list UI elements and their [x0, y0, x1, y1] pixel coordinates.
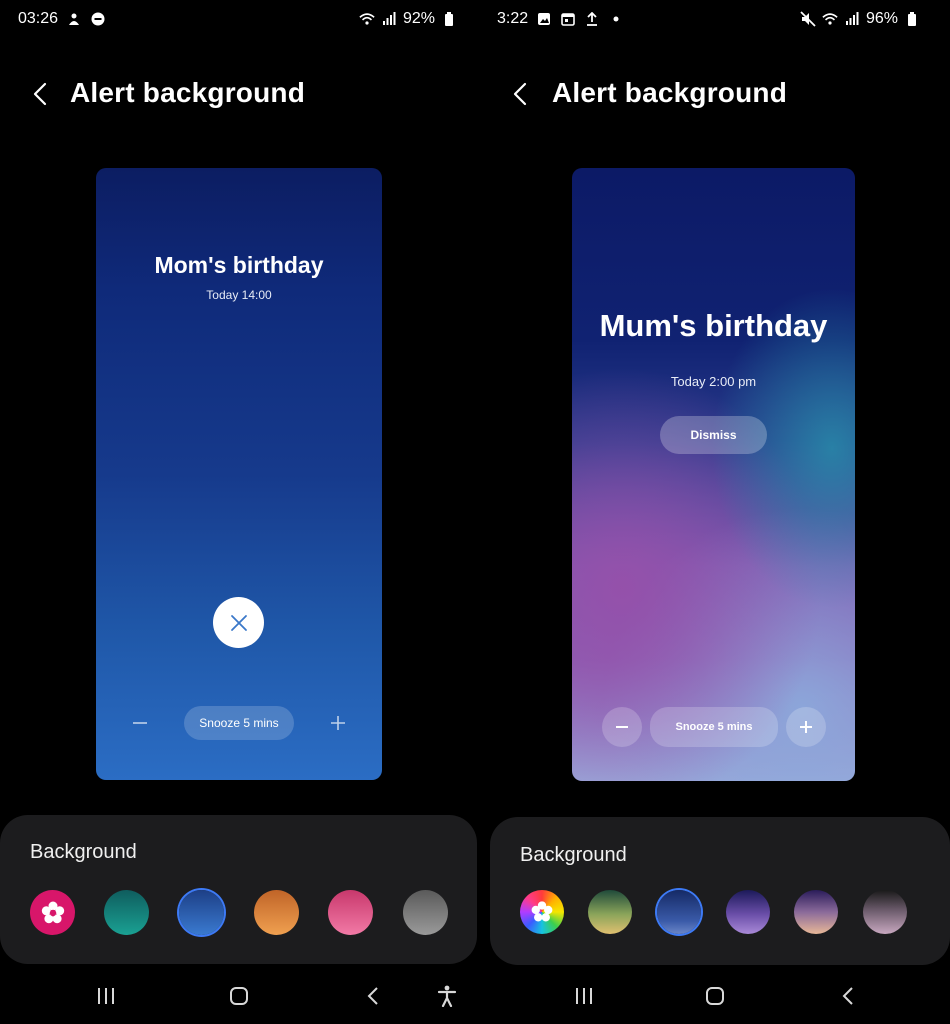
- battery-icon: [441, 11, 457, 27]
- flower-icon: [41, 901, 64, 923]
- more-notifications-icon: [608, 11, 624, 27]
- accessibility-button[interactable]: [429, 978, 465, 1014]
- swatch-green-gold[interactable]: [588, 890, 632, 934]
- nav-back-icon: [842, 987, 853, 1005]
- swatch-row: [490, 890, 950, 936]
- nav-back-button[interactable]: [355, 978, 391, 1014]
- flower-icon: [531, 901, 553, 922]
- dnd-icon: [90, 11, 106, 27]
- swatch-row: [0, 890, 477, 936]
- alert-time: Today 2:00 pm: [670, 374, 757, 389]
- signal-icon: [381, 11, 397, 27]
- home-icon: [706, 987, 724, 1005]
- back-button[interactable]: [28, 78, 52, 110]
- page-title: Alert background: [552, 77, 788, 108]
- app-header: Alert background: [0, 74, 475, 114]
- status-bar: 3:22 96%: [475, 10, 950, 34]
- swatch-mauve[interactable]: [863, 890, 907, 934]
- notification-icon: [66, 11, 82, 27]
- signal-icon: [844, 11, 860, 27]
- snooze-decrease-button[interactable]: [123, 706, 157, 740]
- dismiss-button[interactable]: Dismiss: [660, 416, 767, 454]
- swatch-peach[interactable]: [794, 890, 838, 934]
- snooze-controls: Snooze 5 mins: [572, 707, 855, 747]
- wifi-icon: [822, 11, 838, 27]
- left-screenshot: 03:26 92% Alert background Mom's birthda…: [0, 0, 477, 1024]
- background-picker: Background: [490, 817, 950, 965]
- plus-icon: [331, 716, 345, 730]
- app-header: Alert background: [475, 74, 950, 114]
- nav-back-icon: [367, 987, 378, 1005]
- swatch-gallery[interactable]: [520, 890, 564, 934]
- alert-title: Mom's birthday: [154, 252, 324, 278]
- upload-icon: [584, 11, 600, 27]
- status-bar: 03:26 92%: [0, 10, 475, 34]
- status-time: 3:22: [497, 10, 529, 27]
- alert-preview: Mom's birthday Today 14:00 Snooze 5 mins: [96, 168, 382, 780]
- snooze-increase-button[interactable]: [786, 707, 826, 747]
- home-button[interactable]: [697, 978, 733, 1014]
- swatch-blue[interactable]: [657, 890, 701, 934]
- recents-icon: [576, 988, 592, 1004]
- plus-icon: [800, 721, 812, 733]
- home-icon: [230, 987, 248, 1005]
- swatch-orange[interactable]: [254, 890, 299, 935]
- calendar-notification-icon: [560, 11, 576, 27]
- swatch-grey[interactable]: [403, 890, 448, 935]
- nav-back-button[interactable]: [830, 978, 866, 1014]
- recents-button[interactable]: [566, 978, 602, 1014]
- recents-icon: [98, 988, 114, 1004]
- background-label: Background: [30, 841, 137, 863]
- mute-icon: [800, 11, 816, 27]
- swatch-purple[interactable]: [726, 890, 770, 934]
- minus-icon: [133, 722, 147, 724]
- alert-preview: Mum's birthday Today 2:00 pm Dismiss Sno…: [572, 168, 855, 781]
- home-button[interactable]: [221, 978, 257, 1014]
- snooze-decrease-button[interactable]: [602, 707, 642, 747]
- swatch-blue[interactable]: [179, 890, 224, 935]
- back-arrow-icon: [513, 82, 527, 106]
- back-arrow-icon: [33, 82, 47, 106]
- page-title: Alert background: [70, 77, 306, 108]
- alert-title: Mum's birthday: [599, 308, 828, 343]
- swatch-pink[interactable]: [328, 890, 373, 935]
- swatch-gallery[interactable]: [30, 890, 75, 935]
- wifi-icon: [359, 11, 375, 27]
- swatch-teal[interactable]: [104, 890, 149, 935]
- nav-bar: [0, 978, 475, 1014]
- battery-percent: 96%: [865, 10, 898, 27]
- alert-time: Today 14:00: [206, 288, 272, 302]
- snooze-button[interactable]: Snooze 5 mins: [650, 707, 778, 747]
- snooze-button[interactable]: Snooze 5 mins: [184, 706, 294, 740]
- right-screenshot: 3:22 96% Alert background Mum's birthday…: [475, 0, 950, 1024]
- background-label: Background: [520, 844, 627, 866]
- minus-icon: [616, 726, 628, 728]
- battery-percent: 92%: [402, 10, 435, 27]
- close-icon: [230, 614, 247, 631]
- accessibility-icon: [437, 985, 457, 1007]
- dismiss-button[interactable]: [213, 597, 264, 648]
- background-picker: Background: [0, 815, 477, 964]
- battery-icon: [904, 11, 920, 27]
- gallery-notification-icon: [536, 11, 552, 27]
- nav-bar: [475, 978, 950, 1014]
- back-button[interactable]: [508, 78, 532, 110]
- snooze-increase-button[interactable]: [321, 706, 355, 740]
- snooze-controls: Snooze 5 mins: [96, 704, 382, 744]
- status-time: 03:26: [18, 10, 59, 27]
- recents-button[interactable]: [88, 978, 124, 1014]
